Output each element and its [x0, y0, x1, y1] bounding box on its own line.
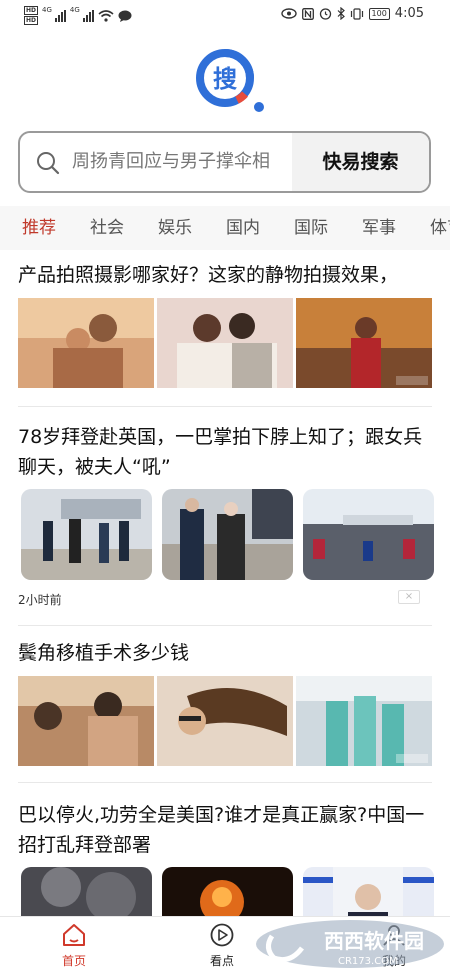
- thumbnail-image: [157, 676, 293, 766]
- status-bar-left: HD HD 4G 4G: [24, 6, 132, 25]
- home-icon: [63, 924, 85, 946]
- tab-recommend[interactable]: 推荐: [22, 206, 56, 250]
- tab-international[interactable]: 国际: [294, 206, 328, 250]
- nav-home-label: 首页: [61, 954, 86, 968]
- feed-item-photography[interactable]: 产品拍照摄影哪家好？这家的静物拍摄效果，: [18, 260, 432, 390]
- feed-divider: [18, 782, 432, 783]
- watermark-logo: 西西软件园 CR173.COM: [256, 920, 444, 968]
- thumbnail-image: [18, 676, 154, 766]
- thumbnail-image: [296, 298, 432, 388]
- watermark-brand: 西西软件园: [324, 929, 424, 953]
- svg-text:搜: 搜: [213, 65, 237, 93]
- alarm-icon: [319, 8, 331, 20]
- feed-item-biden[interactable]: 78岁拜登赴英国，一巴掌拍下脖上知了；跟女兵聊天，被夫人“吼” 2小时前 ×: [18, 422, 434, 618]
- nav-watch-label: 看点: [209, 954, 234, 968]
- sim-badges: HD HD: [24, 6, 39, 25]
- status-bar-right: 100 4:05: [280, 6, 424, 21]
- network-label-1: 4G: [42, 6, 52, 14]
- article-title: 巴以停火,功劳全是美国?谁才是真正赢家?中国一招打乱拜登部署: [18, 804, 425, 856]
- article-title: 78岁拜登赴英国，一巴掌拍下脖上知了；跟女兵聊天，被夫人“吼”: [18, 426, 423, 478]
- thumbnail-image: [157, 298, 293, 388]
- search-button[interactable]: 快易搜索: [292, 133, 429, 191]
- feed-item-israel[interactable]: 巴以停火,功劳全是美国?谁才是真正赢家?中国一招打乱拜登部署: [18, 800, 434, 958]
- thumbnail-image: [303, 489, 434, 580]
- thumbnail-image: [162, 489, 293, 580]
- watermark-domain: CR173.COM: [338, 956, 398, 967]
- tab-domestic[interactable]: 国内: [226, 206, 260, 250]
- wifi-icon: [98, 9, 114, 22]
- category-tabs: 推荐 社会 娱乐 国内 国际 军事 体育: [0, 206, 450, 250]
- network-label-2: 4G: [69, 6, 80, 14]
- app-logo: 搜: [196, 49, 264, 112]
- tab-entertainment[interactable]: 娱乐: [158, 206, 192, 250]
- article-title: 鬓角移植手术多少钱: [18, 642, 190, 664]
- feed-divider: [18, 406, 432, 407]
- search-icon: [37, 152, 60, 175]
- message-icon: [118, 10, 132, 22]
- vibrate-icon: [350, 7, 363, 20]
- article-thumbnails: [18, 676, 432, 766]
- thumbnail-image: [18, 298, 154, 388]
- sim1-badge: HD: [24, 6, 39, 15]
- tab-society[interactable]: 社会: [90, 206, 124, 250]
- tab-military[interactable]: 军事: [362, 206, 396, 250]
- search-input[interactable]: 周扬青回应与男子撑伞相: [72, 133, 294, 191]
- clock-time: 4:05: [394, 6, 424, 21]
- article-title: 产品拍照摄影哪家好？这家的静物拍摄效果，: [18, 264, 399, 286]
- play-icon: [210, 923, 234, 947]
- battery-indicator: 100: [368, 7, 390, 20]
- sim2-badge: HD: [24, 16, 39, 25]
- article-thumbnails: [21, 489, 434, 580]
- signal-icon-2: [82, 9, 94, 22]
- search-bar[interactable]: 周扬青回应与男子撑伞相 快易搜索: [18, 131, 431, 193]
- feed-divider: [18, 625, 432, 626]
- tab-sports[interactable]: 体育: [430, 206, 450, 250]
- article-thumbnails: [18, 298, 432, 388]
- dismiss-button[interactable]: ×: [398, 590, 420, 604]
- article-time: 2小时前: [18, 593, 62, 607]
- nfc-icon: [301, 7, 314, 20]
- signal-icon: [54, 9, 66, 22]
- eye-icon: [280, 8, 297, 19]
- feed-item-hair[interactable]: 鬓角移植手术多少钱: [18, 638, 432, 766]
- thumbnail-image: [296, 676, 432, 766]
- bluetooth-icon: [337, 7, 345, 20]
- thumbnail-image: [21, 489, 152, 580]
- nav-watch[interactable]: 看点: [192, 923, 252, 969]
- status-bar: HD HD 4G 4G 100 4:05: [0, 0, 450, 32]
- nav-home[interactable]: 首页: [44, 923, 104, 969]
